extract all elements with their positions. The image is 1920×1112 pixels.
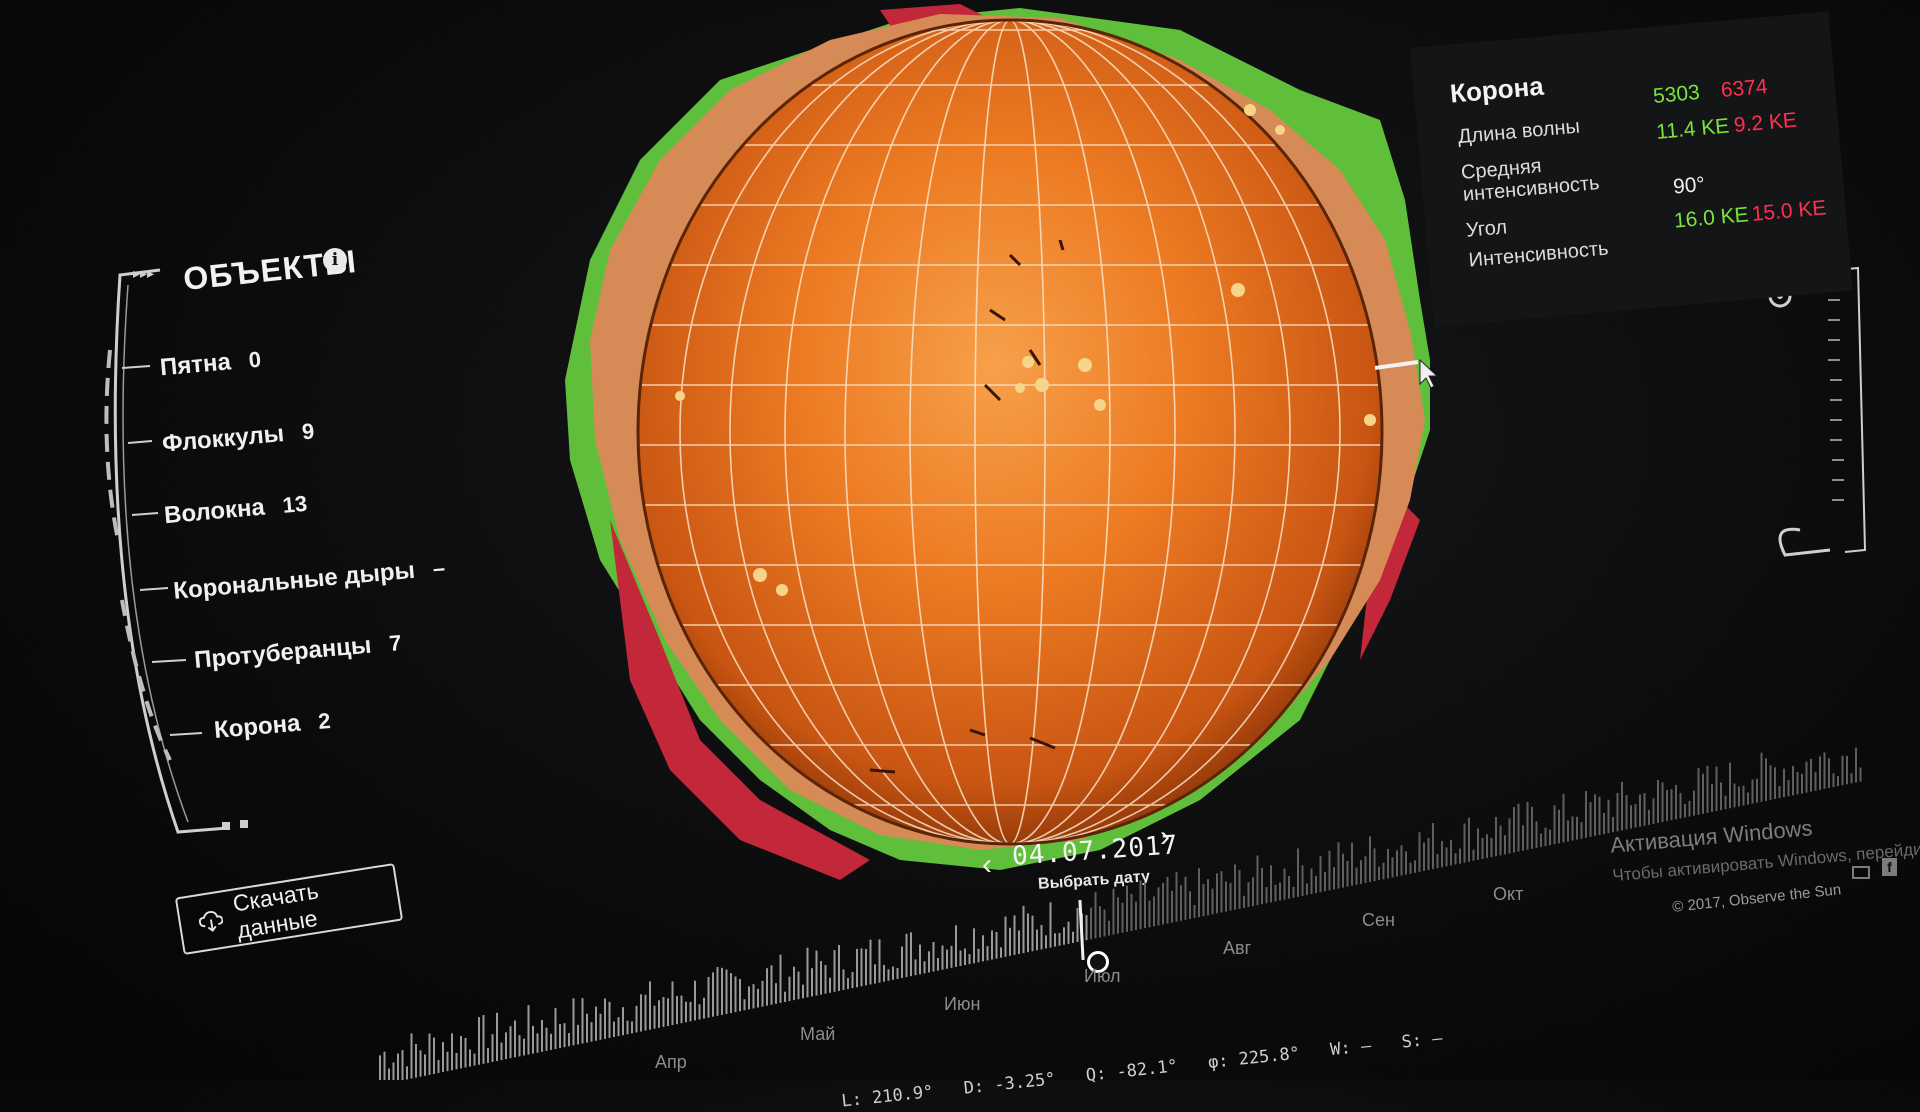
facebook-icon[interactable]: f	[1882, 858, 1897, 876]
timeline-histogram[interactable]	[0, 0, 1920, 1080]
month-label[interactable]: Апр	[655, 1052, 687, 1073]
month-label[interactable]: Окт	[1493, 884, 1523, 905]
readout-w: –	[1359, 1035, 1373, 1057]
readout-l: 210.9°	[871, 1081, 935, 1109]
readout-s: –	[1431, 1028, 1444, 1050]
month-label[interactable]: Май	[800, 1024, 835, 1045]
month-label[interactable]: Авг	[1223, 938, 1251, 959]
month-label[interactable]: Сен	[1362, 910, 1395, 931]
month-label[interactable]: Июл	[1084, 966, 1121, 987]
month-label[interactable]: Июн	[944, 994, 980, 1015]
mail-icon[interactable]	[1852, 866, 1870, 879]
